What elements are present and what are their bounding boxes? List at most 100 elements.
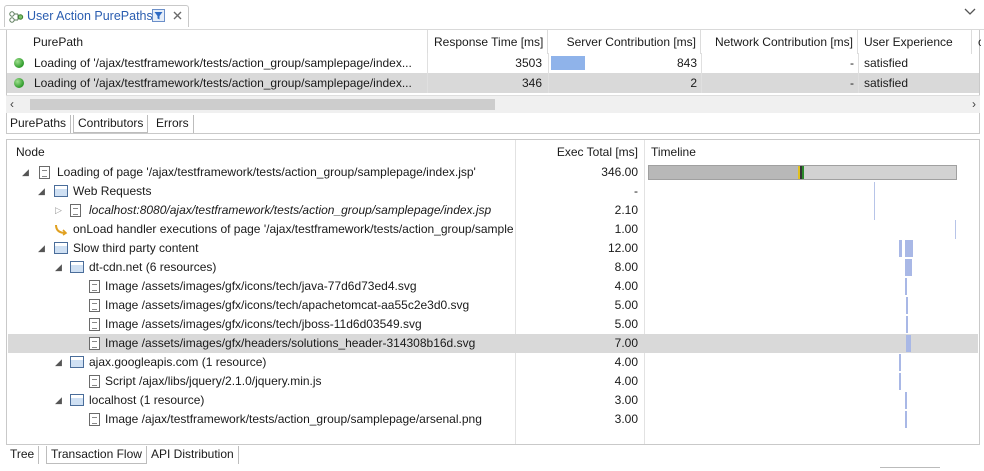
top-panel-tabs: PurePaths Contributors Errors <box>6 115 980 133</box>
tab-contributors[interactable]: Contributors <box>73 115 149 133</box>
purepath-name: Loading of '/ajax/testframework/tests/ac… <box>34 76 412 90</box>
tree-row[interactable]: Image /assets/images/gfx/icons/tech/java… <box>8 277 978 296</box>
tree-row[interactable]: ◢ localhost (1 resource) 3.00 <box>8 391 978 410</box>
column-header-purepath[interactable]: PurePath <box>27 30 428 54</box>
exec-total: 2.10 <box>614 203 638 217</box>
node-label: Slow third party content <box>73 241 199 255</box>
tab-api-distribution[interactable]: API Distribution <box>147 446 239 464</box>
timeline-bar <box>905 259 912 276</box>
exec-total: 4.00 <box>614 279 638 293</box>
column-header-server-contribution[interactable]: Server Contribution [ms] <box>548 30 701 54</box>
group-icon <box>54 242 68 254</box>
table-row[interactable]: Loading of '/ajax/testframework/tests/ac… <box>7 73 979 93</box>
group-icon <box>70 261 84 273</box>
column-header-exec-total[interactable]: Exec Total [ms] <box>516 142 644 162</box>
status-ok-icon <box>14 58 24 68</box>
view-tab-bar: User Action PurePaths <box>0 0 984 30</box>
horizontal-scrollbar[interactable]: ‹ › <box>6 95 980 113</box>
collapse-toggle-icon[interactable]: ▷ <box>55 201 62 220</box>
tab-errors[interactable]: Errors <box>152 115 194 133</box>
tree-row[interactable]: ◢ Loading of page '/ajax/testframework/t… <box>8 163 978 182</box>
filter-icon[interactable] <box>152 9 165 22</box>
column-header-response-time[interactable]: Response Time [ms] <box>428 30 548 54</box>
server-contribution: 2 <box>690 76 697 90</box>
timeline-bar <box>899 240 902 257</box>
group-icon <box>54 185 68 197</box>
node-label: Loading of page '/ajax/testframework/tes… <box>57 165 476 179</box>
user-experience: satisfied <box>864 76 909 90</box>
view-title: User Action PurePaths <box>27 9 153 23</box>
tree-row[interactable]: onLoad handler executions of page '/ajax… <box>8 220 978 239</box>
resize-handle[interactable] <box>880 467 940 468</box>
expand-toggle-icon[interactable]: ◢ <box>38 239 45 258</box>
scroll-right-icon[interactable]: › <box>972 97 976 111</box>
view-tab[interactable]: User Action PurePaths <box>4 5 189 27</box>
page-icon <box>89 337 100 350</box>
scroll-left-icon[interactable]: ‹ <box>10 97 14 111</box>
timeline-bar <box>905 240 913 257</box>
expand-toggle-icon[interactable]: ◢ <box>55 258 62 277</box>
tree-row-selected[interactable]: Image /assets/images/gfx/headers/solutio… <box>8 334 978 353</box>
tree-row[interactable]: ◢ ajax.googleapis.com (1 resource) 4.00 <box>8 353 978 372</box>
tree-row[interactable]: ◢ Slow third party content 12.00 <box>8 239 978 258</box>
exec-total: 346.00 <box>601 165 638 179</box>
scrollbar-thumb[interactable] <box>30 99 495 110</box>
column-header-network-contribution[interactable]: Network Contribution [ms] <box>701 30 858 54</box>
tree-row[interactable]: Image /assets/images/gfx/icons/tech/apac… <box>8 296 978 315</box>
tab-purepaths[interactable]: PurePaths <box>6 115 72 133</box>
node-label: Image /assets/images/gfx/icons/tech/apac… <box>105 298 470 312</box>
page-icon <box>89 318 100 331</box>
expand-toggle-icon[interactable]: ◢ <box>55 353 62 372</box>
user-experience: satisfied <box>864 56 909 70</box>
tab-tree[interactable]: Tree <box>6 446 40 464</box>
node-label: Image /assets/images/gfx/headers/solutio… <box>105 336 476 350</box>
tree-row[interactable]: ◢ dt-cdn.net (6 resources) 8.00 <box>8 258 978 277</box>
column-header-node[interactable]: Node <box>7 142 515 162</box>
timeline-bar <box>899 354 901 371</box>
timeline-bar <box>906 335 911 352</box>
tree-row[interactable]: Image /assets/images/gfx/icons/tech/jbos… <box>8 315 978 334</box>
node-label: localhost:8080/ajax/testframework/tests/… <box>89 203 492 217</box>
timeline-bar <box>906 316 908 333</box>
tree-row[interactable]: ◢ Web Requests - <box>8 182 978 201</box>
purepath-icon <box>9 11 24 23</box>
exec-total: 4.00 <box>614 355 638 369</box>
expand-toggle-icon[interactable]: ◢ <box>22 163 29 182</box>
view-menu-icon[interactable] <box>964 8 976 16</box>
close-icon[interactable] <box>172 10 183 21</box>
group-icon <box>70 394 84 406</box>
expand-toggle-icon[interactable]: ◢ <box>55 391 62 410</box>
tree-row[interactable]: Image /ajax/testframework/tests/action_g… <box>8 410 978 429</box>
server-contribution-bar <box>551 56 585 70</box>
exec-total: 12.00 <box>607 241 638 255</box>
purepath-name: Loading of '/ajax/testframework/tests/ac… <box>34 56 412 70</box>
tree-table: Node Exec Total [ms] Timeline ◢ Loading … <box>6 139 980 445</box>
expand-toggle-icon[interactable]: ◢ <box>38 182 45 201</box>
column-header-user-experience[interactable]: User Experience <box>858 30 972 54</box>
node-label: Web Requests <box>73 184 152 198</box>
tab-transaction-flow[interactable]: Transaction Flow <box>46 446 147 464</box>
tree-row[interactable]: Script /ajax/libs/jquery/2.1.0/jquery.mi… <box>8 372 978 391</box>
page-icon <box>70 204 81 217</box>
timeline-bar <box>899 373 901 390</box>
page-icon <box>39 166 50 179</box>
node-label: Image /ajax/testframework/tests/action_g… <box>105 412 482 426</box>
tree-row[interactable]: ▷ localhost:8080/ajax/testframework/test… <box>8 201 978 220</box>
exec-total: 5.00 <box>614 317 638 331</box>
table-row[interactable]: Loading of '/ajax/testframework/tests/ac… <box>7 53 979 73</box>
exec-total: 3.00 <box>614 393 638 407</box>
node-label: Image /assets/images/gfx/icons/tech/java… <box>105 279 417 293</box>
server-contribution: 843 <box>676 56 697 70</box>
response-time: 3503 <box>515 56 542 70</box>
column-header-timeline[interactable]: Timeline <box>645 142 845 162</box>
response-time: 346 <box>521 76 542 90</box>
timeline-bar-segment <box>649 166 798 179</box>
node-label: Script /ajax/libs/jquery/2.1.0/jquery.mi… <box>105 374 322 388</box>
handler-icon <box>55 224 68 236</box>
exec-total: 4.00 <box>614 374 638 388</box>
tree-panel-tabs: Tree Transaction Flow API Distribution <box>6 446 980 464</box>
network-contribution: - <box>850 56 854 70</box>
timeline-bar <box>874 182 875 201</box>
column-header-more: c <box>978 35 981 49</box>
exec-total: 1.00 <box>614 222 638 236</box>
